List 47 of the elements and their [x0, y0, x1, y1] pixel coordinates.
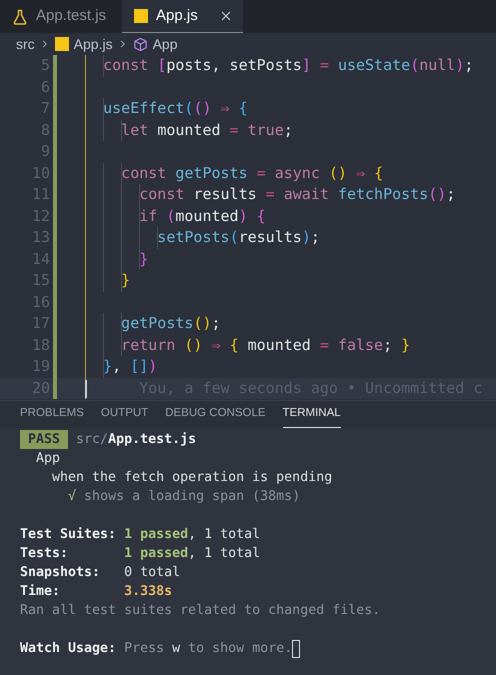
pass-badge: PASS: [20, 430, 68, 449]
text-cursor: [85, 380, 88, 398]
breadcrumb-item[interactable]: src: [16, 34, 35, 54]
terminal-text: 1 passed: [124, 526, 188, 544]
flask-icon: [12, 8, 28, 24]
panel-tab[interactable]: PROBLEMS: [20, 401, 84, 428]
terminal-text: App.test.js: [108, 431, 196, 449]
terminal-text: Tests:: [20, 545, 70, 563]
panel-tab[interactable]: OUTPUT: [100, 401, 148, 428]
code-line: const [posts, setPosts] = useState(null);: [102, 55, 474, 76]
panel-tab[interactable]: DEBUG CONSOLE: [165, 401, 266, 428]
terminal-cursor: [292, 640, 300, 658]
breadcrumb-item[interactable]: App.js: [74, 34, 113, 54]
terminal-text: Ran all test suites related to changed files.: [20, 602, 380, 620]
cube-icon: [132, 36, 148, 52]
code-line: }, []): [102, 356, 158, 377]
terminal-text: Watch Usage:: [20, 640, 118, 658]
code-line: return () ⇒ { mounted = false; }: [120, 334, 410, 356]
code-line: getPosts();: [120, 313, 221, 334]
editor-tab[interactable]: App.js: [122, 0, 243, 33]
code-line: }: [120, 270, 130, 291]
terminal-text: Time:: [20, 583, 62, 601]
code-line: setPosts(results);: [156, 227, 320, 248]
terminal-text: , 1 total: [188, 545, 260, 563]
terminal-text: Press: [124, 640, 166, 658]
terminal-text: Test Suites:: [20, 526, 118, 544]
code-line: const getPosts = async () ⇒ {: [120, 162, 384, 184]
close-icon[interactable]: [219, 9, 233, 23]
terminal-text: 1 passed: [124, 545, 188, 563]
panel-tab[interactable]: TERMINAL: [282, 401, 341, 428]
terminal-text: 3.338s: [124, 583, 172, 601]
code-line: let mounted = true;: [120, 120, 293, 140]
terminal-text: Snapshots:: [20, 564, 102, 582]
code-line: if (mounted) {: [138, 206, 266, 226]
terminal-text: √: [67, 488, 76, 506]
code-line: }: [138, 248, 148, 270]
terminal-text: src/: [76, 431, 108, 449]
terminal-text: w: [172, 640, 180, 658]
breadcrumb-item[interactable]: App: [152, 34, 178, 54]
terminal-text: App: [35, 450, 60, 468]
terminal-text: , 1 total: [188, 526, 260, 544]
terminal-text: when the fetch operation is pending: [51, 469, 332, 487]
code-line: const results = await fetchPosts();: [138, 184, 456, 205]
code-line: useEffect(() ⇒ {: [102, 98, 248, 119]
terminal-text: 0 total: [124, 564, 180, 582]
terminal-text: shows a loading span (38ms): [83, 488, 300, 506]
terminal-text: to show more.: [187, 640, 292, 658]
